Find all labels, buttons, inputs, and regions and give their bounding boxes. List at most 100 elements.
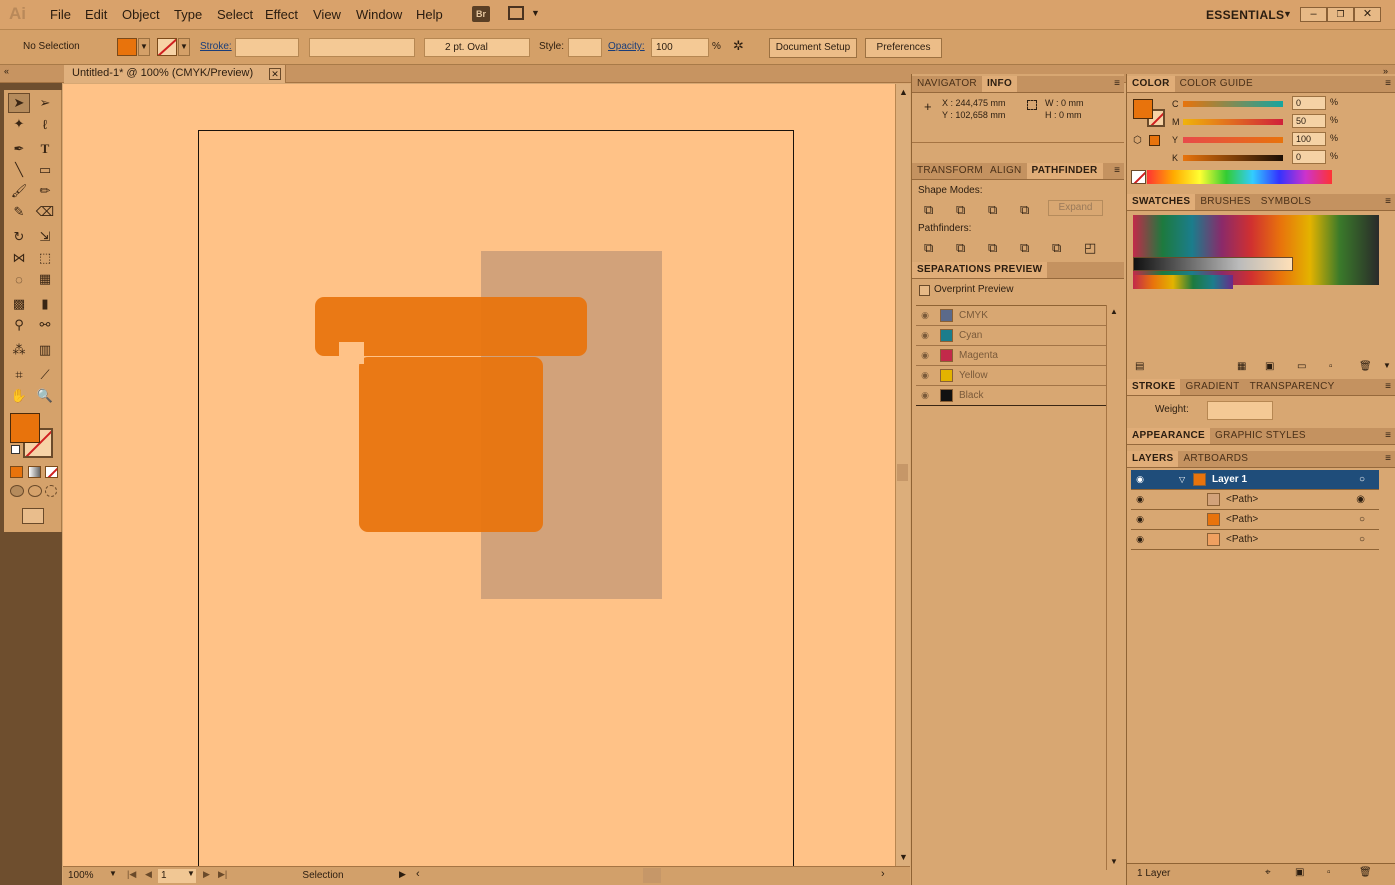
style-field[interactable] [568, 38, 602, 57]
tab-navigator[interactable]: NAVIGATOR [912, 76, 982, 92]
selection-tool-icon[interactable]: ➤ [8, 93, 30, 113]
scroll-up-icon[interactable]: ▲ [1110, 307, 1118, 316]
layer-row[interactable]: ◉ <Path> ◉ [1131, 490, 1379, 510]
pencil-tool-icon[interactable]: ✏ [34, 181, 56, 201]
pen-tool-icon[interactable]: ✒ [8, 139, 30, 159]
next-artboard-icon[interactable]: ▶ [203, 869, 210, 880]
tab-color-guide[interactable]: COLOR GUIDE [1175, 76, 1258, 92]
magic-wand-tool-icon[interactable]: ✦ [8, 114, 30, 134]
direct-selection-tool-icon[interactable]: ➢ [34, 93, 56, 113]
document-tab[interactable]: Untitled-1* @ 100% (CMYK/Preview) [64, 65, 286, 83]
magenta-slider[interactable] [1183, 119, 1283, 125]
fill-swatch[interactable] [117, 38, 137, 56]
eye-icon[interactable]: ◉ [916, 330, 934, 341]
gradient-mode-icon[interactable] [28, 466, 41, 478]
zoom-chevron-icon[interactable]: ▼ [109, 869, 117, 878]
tab-swatches[interactable]: SWATCHES [1127, 194, 1196, 210]
opacity-label[interactable]: Opacity: [608, 41, 645, 52]
draw-behind-icon[interactable] [28, 485, 42, 497]
eye-icon[interactable]: ◉ [916, 310, 934, 321]
tab-align[interactable]: ALIGN [985, 163, 1027, 179]
eye-icon[interactable]: ◉ [916, 350, 934, 361]
draw-inside-icon[interactable] [45, 485, 57, 497]
show-kinds-icon[interactable]: ▦ [1237, 361, 1246, 372]
eraser-tool-icon[interactable]: ⌫ [34, 202, 56, 222]
scroll-down-icon[interactable]: ▼ [1383, 361, 1391, 370]
color-mode-icon[interactable] [10, 466, 23, 478]
rectangle-tool-icon[interactable]: ▭ [34, 160, 56, 180]
cyan-value-field[interactable]: 0 [1292, 96, 1326, 110]
menu-effect[interactable]: Effect [265, 7, 298, 22]
layer-row[interactable]: ◉ <Path> ○ [1131, 510, 1379, 530]
free-transform-tool-icon[interactable]: ⬚ [34, 248, 56, 268]
swatch-libraries-icon[interactable]: ▤ [1135, 361, 1144, 372]
list-item[interactable]: ◉ CMYK [916, 306, 1106, 326]
swatch-group-row[interactable] [1133, 275, 1233, 289]
orange-body[interactable] [359, 357, 543, 532]
target-icon[interactable]: ○ [1359, 474, 1365, 485]
opacity-field[interactable]: 100 [651, 38, 709, 57]
panel-menu-icon[interactable]: ≡ [1385, 379, 1395, 395]
stroke-none-swatch[interactable] [157, 38, 177, 56]
locate-object-icon[interactable]: ⌖ [1265, 867, 1271, 878]
blend-tool-icon[interactable]: ⚯ [34, 315, 56, 335]
scroll-left-icon[interactable]: ‹ [416, 868, 420, 880]
menu-view[interactable]: View [313, 7, 341, 22]
horizontal-scroll-thumb[interactable] [643, 868, 661, 883]
eye-icon[interactable]: ◉ [916, 370, 934, 381]
black-value-field[interactable]: 0 [1292, 150, 1326, 164]
eye-icon[interactable]: ◉ [1131, 534, 1149, 545]
brush-definition-field[interactable]: 2 pt. Oval [424, 38, 530, 57]
restore-button[interactable]: ❐ [1327, 7, 1354, 22]
panel-menu-icon[interactable]: ≡ [1114, 163, 1124, 179]
zoom-field[interactable]: 100% [68, 870, 94, 881]
status-menu-icon[interactable]: ▶ [399, 869, 406, 880]
exclude-icon[interactable]: ⧉ [1020, 202, 1029, 218]
unite-icon[interactable]: ⧉ [924, 202, 933, 218]
scroll-right-icon[interactable]: › [881, 868, 885, 880]
lasso-tool-icon[interactable]: ℓ [34, 114, 56, 134]
menu-file[interactable]: File [50, 7, 71, 22]
tab-info[interactable]: INFO [981, 76, 1018, 92]
eye-icon[interactable]: ◉ [916, 390, 934, 401]
merge-icon[interactable]: ⧉ [988, 240, 997, 256]
stroke-weight-field[interactable] [235, 38, 299, 57]
recolor-artwork-icon[interactable]: ✲ [733, 38, 759, 56]
outline-icon[interactable]: ⧉ [1052, 240, 1061, 256]
crop-icon[interactable]: ⧉ [1020, 240, 1029, 256]
new-sublayer-icon[interactable]: ▫ [1327, 867, 1331, 878]
zoom-tool-icon[interactable]: 🔍 [34, 386, 56, 406]
artboard-tool-icon[interactable]: ⌗ [8, 365, 30, 385]
tab-stroke[interactable]: STROKE [1127, 379, 1181, 395]
tab-gradient[interactable]: GRADIENT [1180, 379, 1244, 395]
eye-icon[interactable]: ◉ [1131, 514, 1149, 525]
arrange-documents-icon[interactable] [508, 6, 524, 20]
list-item[interactable]: ◉ Yellow [916, 366, 1106, 386]
color-fill-swatch[interactable] [1133, 99, 1153, 119]
panel-menu-icon[interactable]: ≡ [1114, 76, 1124, 92]
target-icon[interactable]: ○ [1359, 534, 1365, 545]
draw-normal-icon[interactable] [10, 485, 24, 497]
swatch-options-icon[interactable]: ▣ [1265, 361, 1274, 372]
bridge-button[interactable]: Br [472, 6, 490, 22]
panel-menu-icon[interactable]: ≡ [1385, 76, 1395, 92]
type-tool-icon[interactable]: T [34, 139, 56, 159]
toolbox-fill-swatch[interactable] [10, 413, 40, 443]
menu-edit[interactable]: Edit [85, 7, 107, 22]
collapse-toolbox-icon[interactable]: « [4, 66, 9, 76]
paintbrush-tool-icon[interactable]: 🖌 [8, 181, 30, 201]
tab-transform[interactable]: TRANSFORM [912, 163, 985, 179]
menu-object[interactable]: Object [122, 7, 160, 22]
yellow-value-field[interactable]: 100 [1292, 132, 1326, 146]
expand-layer-icon[interactable]: ▽ [1179, 475, 1193, 484]
slice-tool-icon[interactable]: ⟋ [34, 365, 56, 385]
menu-type[interactable]: Type [174, 7, 202, 22]
list-item[interactable]: ◉ Black [916, 386, 1106, 406]
document-setup-button[interactable]: Document Setup [769, 38, 857, 58]
list-item[interactable]: ◉ Magenta [916, 346, 1106, 366]
delete-swatch-icon[interactable]: 🗑 [1359, 361, 1372, 372]
new-swatch-icon[interactable]: ▫ [1329, 361, 1333, 372]
expand-button[interactable]: Expand [1048, 200, 1103, 216]
close-document-icon[interactable]: ✕ [269, 68, 281, 80]
none-mode-icon[interactable] [45, 466, 58, 478]
